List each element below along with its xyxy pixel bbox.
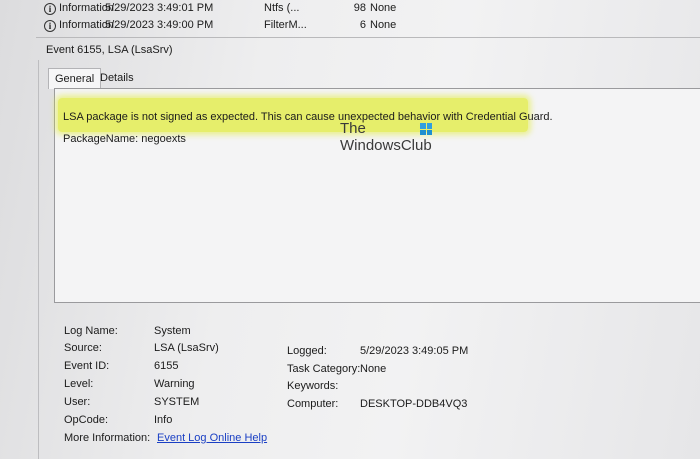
info-icon: i bbox=[44, 20, 56, 32]
event-list-row[interactable]: i Information 5/29/2023 3:49:01 PM Ntfs … bbox=[44, 2, 464, 18]
windows-logo-icon bbox=[420, 123, 432, 135]
event-log-online-help-link[interactable]: Event Log Online Help bbox=[157, 432, 267, 444]
event-message-text: LSA package is not signed as expected. T… bbox=[63, 111, 553, 123]
logged-value: 5/29/2023 3:49:05 PM bbox=[360, 345, 469, 357]
row-category: None bbox=[370, 19, 397, 31]
watermark-line1: The bbox=[340, 120, 366, 137]
level-label: Level: bbox=[64, 378, 94, 390]
event-id-value: 6155 bbox=[154, 360, 179, 372]
task-category-value: None bbox=[360, 363, 387, 375]
event-list-row[interactable]: i Information 5/29/2023 3:49:00 PM Filte… bbox=[44, 19, 464, 35]
row-source: FilterM... bbox=[264, 19, 307, 31]
source-value: LSA (LsaSrv) bbox=[154, 342, 219, 354]
info-icon: i bbox=[44, 3, 56, 15]
level-value: Warning bbox=[154, 378, 195, 390]
row-datetime: 5/29/2023 3:49:00 PM bbox=[105, 19, 214, 31]
watermark-logo: The WindowsClub bbox=[340, 120, 432, 154]
package-name-text: PackageName: negoexts bbox=[63, 133, 186, 145]
opcode-label: OpCode: bbox=[64, 414, 109, 426]
computer-label: Computer: bbox=[287, 398, 339, 410]
row-category: None bbox=[370, 2, 397, 14]
more-info-label: More Information: bbox=[64, 432, 151, 444]
source-label: Source: bbox=[64, 342, 102, 354]
event-viewer-window: i Information 5/29/2023 3:49:01 PM Ntfs … bbox=[0, 0, 700, 459]
row-source: Ntfs (... bbox=[264, 2, 300, 14]
watermark-line2: WindowsClub bbox=[340, 137, 432, 154]
task-category-label: Task Category: bbox=[287, 363, 361, 375]
user-label: User: bbox=[64, 396, 91, 408]
logged-label: Logged: bbox=[287, 345, 327, 357]
log-name-label: Log Name: bbox=[64, 325, 118, 337]
event-id-label: Event ID: bbox=[64, 360, 110, 372]
opcode-value: Info bbox=[154, 414, 173, 426]
row-datetime: 5/29/2023 3:49:01 PM bbox=[105, 2, 214, 14]
computer-value: DESKTOP-DDB4VQ3 bbox=[360, 398, 468, 410]
log-name-value: System bbox=[154, 325, 191, 337]
row-event-id: 98 bbox=[353, 2, 366, 14]
tab-details[interactable]: Details bbox=[94, 68, 140, 88]
row-event-id: 6 bbox=[359, 19, 366, 31]
event-detail-title: Event 6155, LSA (LsaSrv) bbox=[46, 44, 173, 56]
keywords-label: Keywords: bbox=[287, 380, 339, 392]
user-value: SYSTEM bbox=[154, 396, 200, 408]
pane-divider[interactable] bbox=[36, 37, 700, 38]
